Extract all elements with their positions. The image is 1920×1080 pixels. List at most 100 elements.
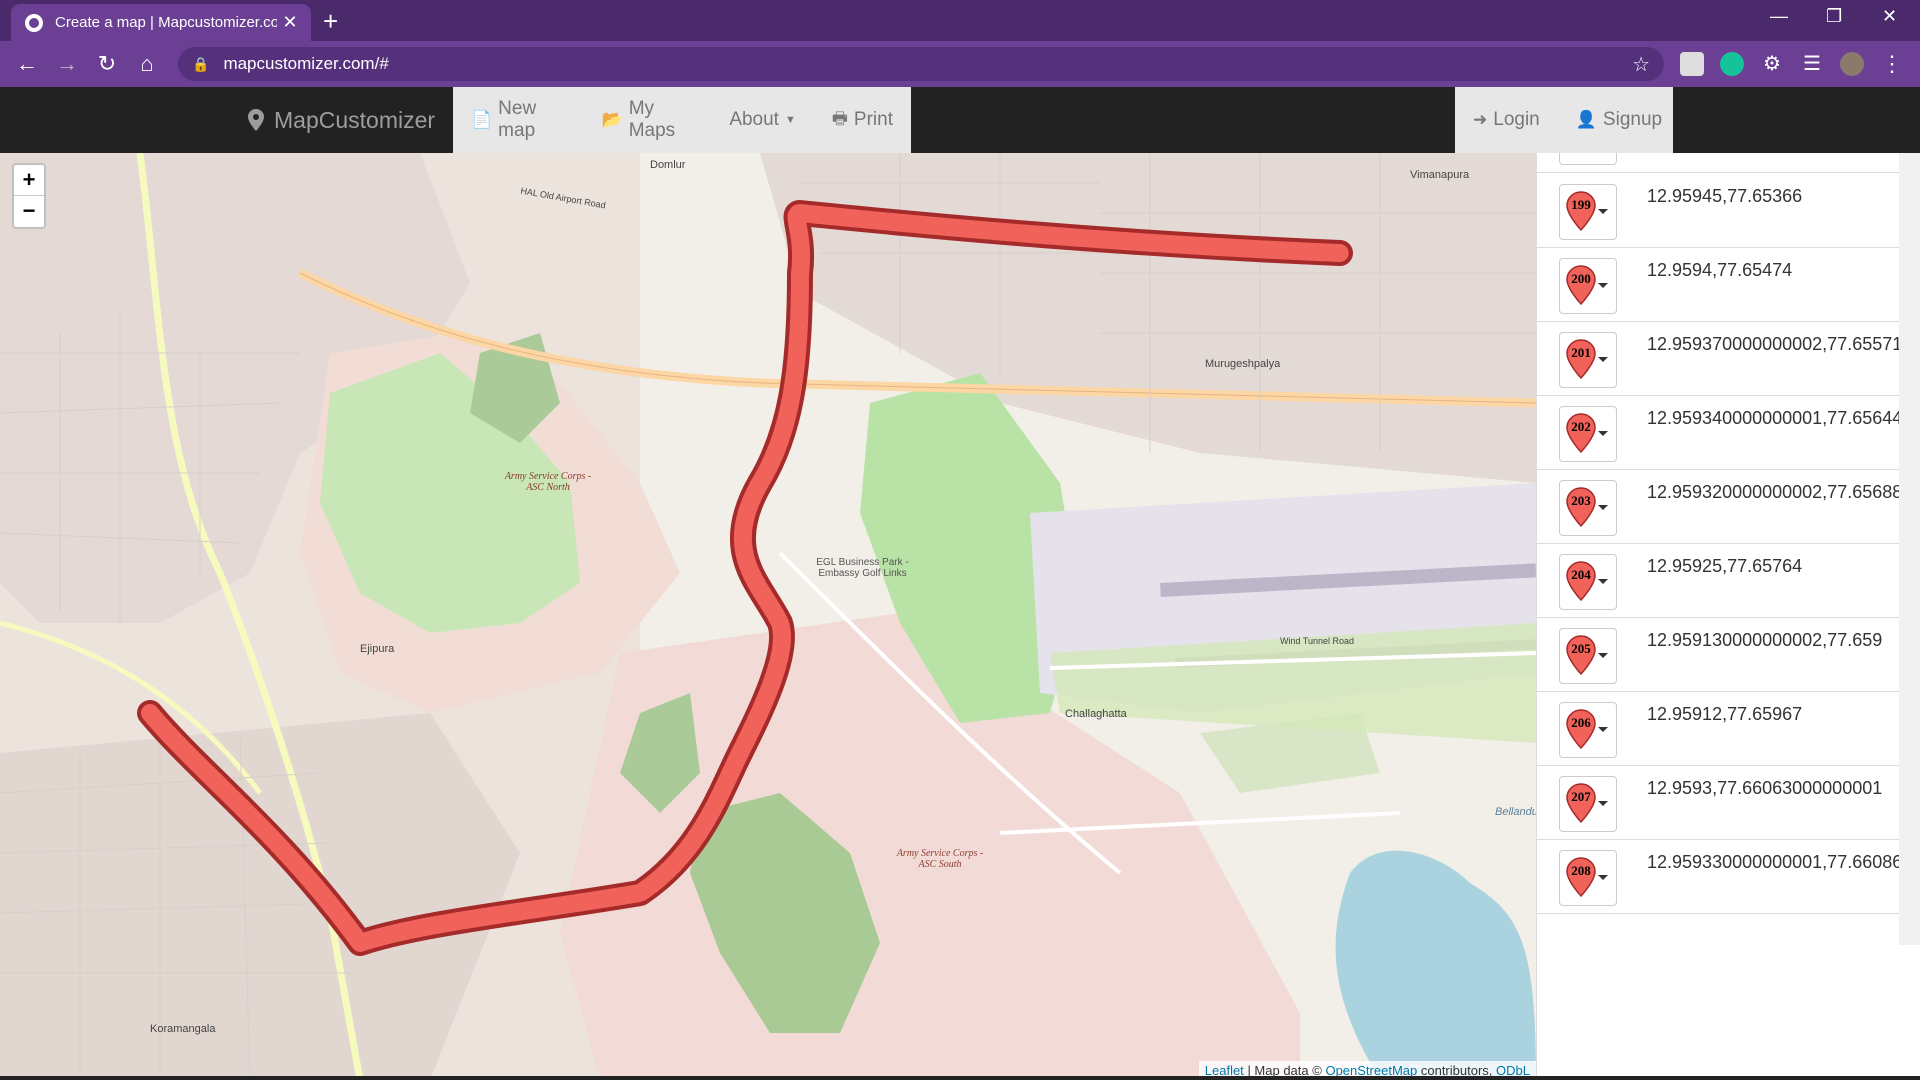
map-label-murugeshpalya: Murugeshpalya [1205,358,1281,370]
sidebar-scrollbar[interactable] [1899,153,1920,945]
media-icon[interactable]: ☰ [1800,52,1824,76]
globe-icon [25,13,43,32]
browser-tab[interactable]: Create a map | Mapcustomizer.com ✕ [11,4,311,41]
map-label-egl: EGL Business Park - Embassy Golf Links [816,557,909,579]
grammarly-icon[interactable] [1720,52,1744,76]
caret-down-icon [1598,209,1608,214]
site-navbar: MapCustomizer 📄 New map 📂 My Maps About ▼ 🖶… [0,87,1920,153]
marker-icon-button[interactable] [1559,153,1617,165]
print-icon: 🖶 [831,108,848,128]
marker-icon-button[interactable]: 206 [1559,702,1617,758]
close-tab-icon[interactable]: ✕ [277,12,303,33]
zoom-in-button[interactable]: + [14,165,44,196]
user-plus-icon: 👤 [1575,110,1597,129]
avatar[interactable] [1840,52,1864,76]
marker-coordinates[interactable]: 12.959330000000001,77.66086 [1647,852,1899,873]
marker-row: 204 12.95925,77.65764 [1537,544,1899,618]
marker-number: 208 [1571,863,1591,878]
map-label-challaghatta: Challaghatta [1065,708,1127,720]
map-marker-icon [248,109,264,131]
marker-row: 200 12.9594,77.65474 [1537,248,1899,322]
map-label-ejipura: Ejipura [360,643,395,655]
menu-icon[interactable]: ⋮ [1880,52,1904,76]
marker-coordinates[interactable]: 12.959130000000002,77.659 [1647,630,1882,651]
back-icon[interactable]: ← [13,51,41,77]
my-maps-link[interactable]: 📂 My Maps [584,98,712,142]
marker-coordinates[interactable]: 12.9593,77.66063000000001 [1647,778,1882,799]
marker-icon-button[interactable]: 202 [1559,406,1617,462]
caret-down-icon [1598,505,1608,510]
browser-tabbar: Create a map | Mapcustomizer.com ✕ + — ❐… [0,0,1920,41]
marker-icon-button[interactable]: 200 [1559,258,1617,314]
marker-number: 207 [1571,789,1591,804]
marker-icon-button[interactable]: 201 [1559,332,1617,388]
print-link[interactable]: 🖶 Print [814,106,911,135]
folder-icon: 📂 [601,110,623,129]
marker-coordinates[interactable]: 12.95925,77.65764 [1647,556,1802,577]
marker-sidebar: 199 12.95945,77.65366 200 12.9594,77.65474 2… [1536,153,1920,1080]
marker-number: 205 [1571,641,1591,656]
map-label-wind-tunnel: Wind Tunnel Road [1280,636,1355,646]
caret-down-icon [1598,653,1608,658]
marker-number: 206 [1571,715,1591,730]
reload-icon[interactable]: ↻ [93,51,121,77]
caret-down-icon [1598,727,1608,732]
minimize-icon[interactable]: — [1770,6,1788,27]
map-label-asc-south: Army Service Corps - ASC South [896,848,984,870]
marker-coordinates[interactable]: 12.95945,77.65366 [1647,186,1802,207]
extension-icon[interactable] [1680,52,1704,76]
about-label: About [729,109,779,130]
marker-row-partial [1537,153,1899,173]
marker-number: 200 [1571,271,1591,286]
map-tiles [0,153,1536,1080]
marker-icon-button[interactable]: 207 [1559,776,1617,832]
caret-down-icon [1598,283,1608,288]
bookmark-star-icon[interactable]: ☆ [1632,52,1650,77]
marker-icon-button[interactable]: 205 [1559,628,1617,684]
marker-coordinates[interactable]: 12.95912,77.65967 [1647,704,1802,725]
caret-down-icon [1598,431,1608,436]
marker-number: 204 [1571,567,1591,582]
new-map-link[interactable]: 📄 New map [453,98,584,142]
caret-down-icon: ▼ [784,114,796,126]
marker-coordinates[interactable]: 12.959320000000002,77.65688 [1647,482,1899,503]
marker-icon-button[interactable]: 208 [1559,850,1617,906]
signup-link[interactable]: 👤 Signup [1558,109,1680,131]
marker-coordinates[interactable]: 12.959370000000002,77.655710 [1647,334,1899,355]
login-link[interactable]: ➜ Login [1455,109,1558,131]
restore-icon[interactable]: ❐ [1826,6,1842,27]
marker-icon-button[interactable]: 203 [1559,480,1617,536]
marker-row: 203 12.959320000000002,77.65688 [1537,470,1899,544]
puzzle-icon[interactable]: ⚙ [1760,52,1784,76]
caret-down-icon [1598,357,1608,362]
marker-row: 202 12.959340000000001,77.65644 [1537,396,1899,470]
marker-number: 202 [1571,419,1591,434]
map-canvas[interactable]: Army Service Corps - ASC North Army Serv… [0,153,1536,1080]
caret-down-icon [1598,875,1608,880]
about-dropdown[interactable]: About ▼ [711,109,814,131]
zoom-out-button[interactable]: − [14,196,44,227]
print-label: Print [853,109,893,130]
marker-row: 208 12.959330000000001,77.66086 [1537,840,1899,914]
map-label-bellandur: Bellandur [1495,806,1536,818]
marker-icon-button[interactable]: 199 [1559,184,1617,240]
marker-icon-button[interactable]: 204 [1559,554,1617,610]
bottom-border [0,1076,1920,1080]
url-bar[interactable]: 🔒 mapcustomizer.com/# ☆ [178,47,1664,81]
marker-list[interactable]: 199 12.95945,77.65366 200 12.9594,77.65474 2… [1537,153,1899,945]
marker-coordinates[interactable]: 12.959340000000001,77.65644 [1647,408,1899,429]
forward-icon[interactable]: → [53,51,81,77]
sign-in-icon: ➜ [1473,110,1488,129]
my-maps-label: My Maps [628,98,676,141]
home-icon[interactable]: ⌂ [133,51,161,77]
close-window-icon[interactable]: ✕ [1882,6,1897,27]
brand-link[interactable]: MapCustomizer [248,87,435,153]
caret-down-icon [1598,579,1608,584]
marker-row: 206 12.95912,77.65967 [1537,692,1899,766]
map-label-vimanapura: Vimanapura [1410,169,1470,181]
marker-coordinates[interactable]: 12.9594,77.65474 [1647,260,1792,281]
new-tab-button[interactable]: + [323,6,338,37]
caret-down-icon [1598,801,1608,806]
lock-icon: 🔒 [192,55,210,72]
map-label-asc-north: Army Service Corps - ASC North [504,471,592,493]
